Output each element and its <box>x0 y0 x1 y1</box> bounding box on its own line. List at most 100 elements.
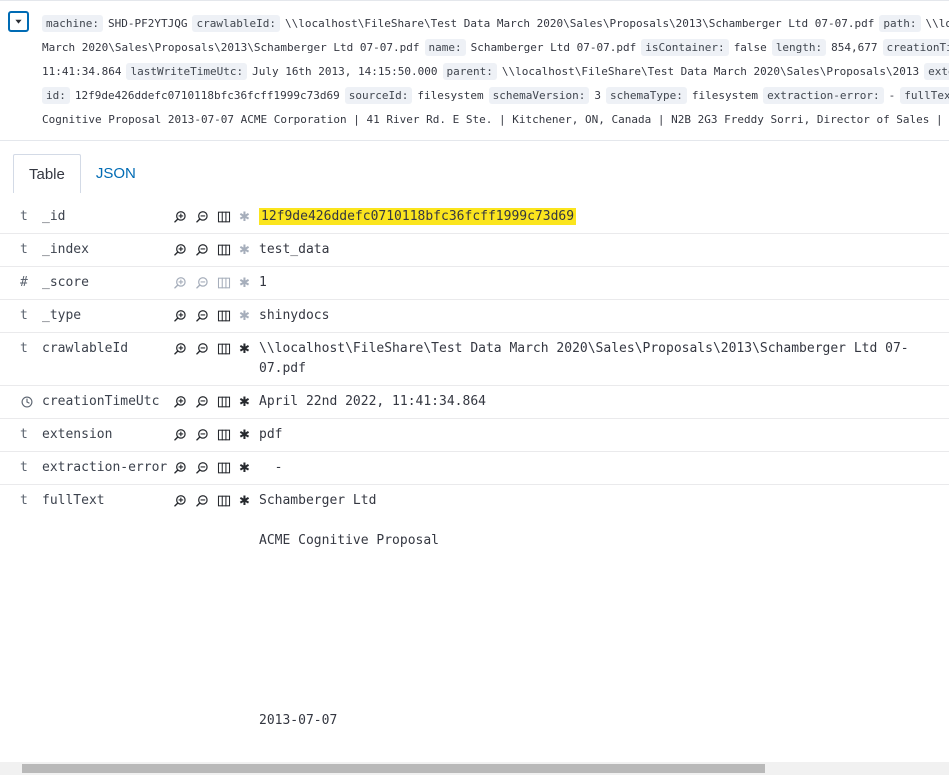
toggle-column-icon[interactable] <box>217 309 231 323</box>
field-value: \\localhost\FileShare\Test Data March 20… <box>259 339 949 379</box>
scrollbar-thumb[interactable] <box>22 764 765 773</box>
toggle-column-icon[interactable] <box>217 342 231 356</box>
magnify-plus-icon[interactable] <box>173 210 187 224</box>
filter-for-field-present-icon[interactable]: ✱ <box>239 462 250 475</box>
magnify-minus-icon[interactable] <box>195 395 209 409</box>
magnify-plus-icon[interactable] <box>173 395 187 409</box>
field-filter-controls: ✱ <box>173 458 251 478</box>
magnify-plus-icon[interactable] <box>173 309 187 323</box>
filter-for-field-present-icon: ✱ <box>239 310 250 323</box>
field-filter-controls: ✱ <box>173 240 251 260</box>
magnify-plus-icon[interactable] <box>173 461 187 475</box>
field-name: crawlableId <box>42 339 173 359</box>
field-filter-controls: ✱ <box>173 491 251 511</box>
field-value: 1 <box>259 273 949 293</box>
field-type-string-icon: t <box>20 240 42 260</box>
field-value: April 22nd 2022, 11:41:34.864 <box>259 392 949 412</box>
filter-for-field-present-icon[interactable]: ✱ <box>239 396 250 409</box>
field-name: _index <box>42 240 173 260</box>
tab-table[interactable]: Table <box>13 154 81 193</box>
field-filter-controls: ✱ <box>173 207 251 227</box>
tab-json[interactable]: JSON <box>81 154 151 193</box>
horizontal-scrollbar[interactable] <box>0 762 949 775</box>
field-type-string-icon: t <box>20 458 42 478</box>
table-row: #_score✱1 <box>0 267 949 300</box>
table-row: t_id✱12f9de426ddefc0710118bfc36fcff1999c… <box>0 201 949 234</box>
field-name: _id <box>42 207 173 227</box>
field-filter-controls: ✱ <box>173 425 251 445</box>
toggle-column-icon[interactable] <box>217 243 231 257</box>
magnify-minus-icon[interactable] <box>195 461 209 475</box>
magnify-minus-icon[interactable] <box>195 342 209 356</box>
table-row: t_type✱shinydocs <box>0 300 949 333</box>
summary-line: machine: SHD-PF2YTJQG crawlableId: \\localh… <box>42 12 949 36</box>
filter-for-field-present-icon[interactable]: ✱ <box>239 343 250 356</box>
document-summary-lines: machine: SHD-PF2YTJQG crawlableId: \\localh… <box>42 12 949 132</box>
magnify-minus-icon[interactable] <box>195 309 209 323</box>
magnify-minus-icon[interactable] <box>195 428 209 442</box>
field-name-badge: extension: <box>924 63 949 80</box>
field-value: Schamberger Ltd ACME Cognitive Proposal … <box>259 491 949 731</box>
field-name-badge: sourceId: <box>345 87 413 104</box>
magnify-minus-icon <box>195 276 209 290</box>
field-name-badge: crawlableId: <box>192 15 279 32</box>
field-name-badge: schemaVersion: <box>489 87 590 104</box>
document-summary: machine: SHD-PF2YTJQG crawlableId: \\localh… <box>0 0 949 141</box>
magnify-minus-icon[interactable] <box>195 210 209 224</box>
summary-line: id:12f9de426ddefc0710118bfc36fcff1999c73… <box>42 84 949 108</box>
field-name-badge: schemaType: <box>606 87 687 104</box>
field-value-text: \\localhost\FileShare\Test Data <box>926 17 949 30</box>
magnify-minus-icon[interactable] <box>195 243 209 257</box>
toggle-column-icon <box>217 276 231 290</box>
field-name-badge: length: <box>772 39 826 56</box>
toggle-column-icon[interactable] <box>217 428 231 442</box>
field-value-text: Schamberger Ltd 07-07.pdf <box>471 41 637 54</box>
field-name-badge: path: <box>879 15 920 32</box>
summary-line: Cognitive Proposal 2013-07-07 ACME Corpo… <box>42 108 949 132</box>
table-row: t_index✱test_data <box>0 234 949 267</box>
magnify-plus-icon[interactable] <box>173 342 187 356</box>
field-value-text: Cognitive Proposal 2013-07-07 ACME Corpo… <box>42 113 949 126</box>
filter-for-field-present-icon[interactable]: ✱ <box>239 429 250 442</box>
field-value-text: 854,677 <box>831 41 877 54</box>
field-filter-controls: ✱ <box>173 339 251 359</box>
summary-line: 11:41:34.864lastWriteTimeUtc:July 16th 2… <box>42 60 949 84</box>
toggle-column-icon[interactable] <box>217 494 231 508</box>
field-value-text: SHD-PF2YTJQG <box>108 17 187 30</box>
field-value: pdf <box>259 425 949 445</box>
field-name-badge: id: <box>42 87 70 104</box>
field-name-badge: extraction-error: <box>763 87 884 104</box>
field-value-text: filesystem <box>417 89 483 102</box>
field-value-text: July 16th 2013, 14:15:50.000 <box>252 65 437 78</box>
field-type-string-icon: t <box>20 425 42 445</box>
field-type-string-icon: t <box>20 306 42 326</box>
field-value-text: - <box>889 89 896 102</box>
field-type-number-icon: # <box>20 273 42 293</box>
filter-for-field-present-icon: ✱ <box>239 211 250 224</box>
field-type-string-icon: t <box>20 339 42 359</box>
field-name-badge: lastWriteTimeUtc: <box>126 63 247 80</box>
magnify-plus-icon[interactable] <box>173 243 187 257</box>
highlighted-value: 12f9de426ddefc0710118bfc36fcff1999c73d69 <box>259 208 576 225</box>
field-name-badge: isContainer: <box>641 39 728 56</box>
field-name-badge: name: <box>425 39 466 56</box>
magnify-plus-icon[interactable] <box>173 428 187 442</box>
toggle-column-icon[interactable] <box>217 210 231 224</box>
magnify-minus-icon[interactable] <box>195 494 209 508</box>
collapse-row-toggle-button[interactable] <box>8 11 29 32</box>
field-name-badge: machine: <box>42 15 103 32</box>
toggle-column-icon[interactable] <box>217 461 231 475</box>
filter-for-field-present-icon[interactable]: ✱ <box>239 495 250 508</box>
field-value-text: false <box>734 41 767 54</box>
field-name-badge: fullText: <box>900 87 949 104</box>
summary-line: March 2020\Sales\Proposals\2013\Schamber… <box>42 36 949 60</box>
filter-for-field-present-icon: ✱ <box>239 244 250 257</box>
field-table: t_id✱12f9de426ddefc0710118bfc36fcff1999c… <box>0 201 949 737</box>
field-value-text: filesystem <box>692 89 758 102</box>
magnify-plus-icon[interactable] <box>173 494 187 508</box>
field-filter-controls: ✱ <box>173 392 251 412</box>
field-filter-controls: ✱ <box>173 273 251 293</box>
table-row: textension✱pdf <box>0 419 949 452</box>
field-name: _type <box>42 306 173 326</box>
toggle-column-icon[interactable] <box>217 395 231 409</box>
